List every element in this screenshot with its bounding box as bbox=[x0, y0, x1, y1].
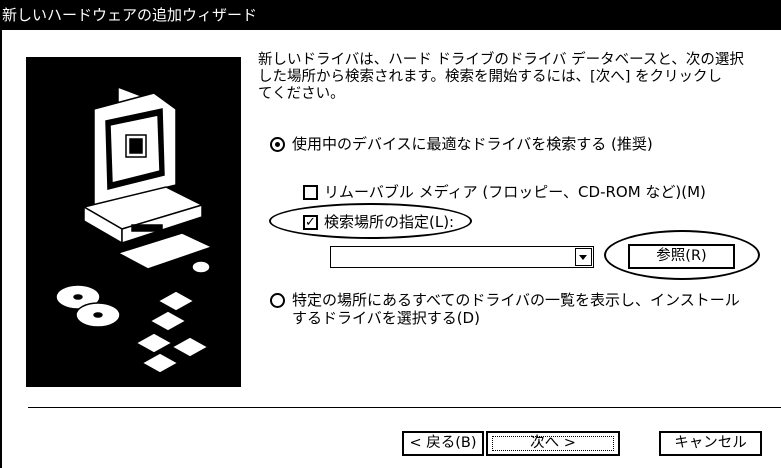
radio-search-best-label[interactable]: 使用中のデバイスに最適なドライバを検索する (推奨) bbox=[292, 135, 653, 153]
wizard-description: 新しいドライバは、ハード ドライブのドライバ データベースと、次の選択 した場所… bbox=[258, 52, 744, 102]
checkbox-specify-location[interactable]: ✓ bbox=[303, 215, 318, 230]
divider bbox=[28, 407, 781, 408]
title-bar: 新しいハードウェアの追加ウィザード bbox=[0, 0, 781, 30]
radio-show-list[interactable] bbox=[270, 293, 285, 308]
computer-and-disks-icon bbox=[55, 85, 214, 374]
checkbox-removable-media[interactable] bbox=[303, 185, 318, 200]
location-combobox[interactable] bbox=[330, 246, 594, 268]
cancel-button[interactable]: キャンセル bbox=[659, 431, 762, 456]
browse-button[interactable]: 参照(R) bbox=[628, 244, 735, 269]
cancel-button-label: キャンセル bbox=[674, 435, 747, 451]
wizard-illustration bbox=[26, 57, 241, 387]
radio-search-best[interactable] bbox=[270, 137, 285, 152]
checkmark-icon: ✓ bbox=[305, 215, 316, 230]
back-button[interactable]: < 戻る(B) bbox=[402, 431, 484, 456]
dropdown-arrow-icon[interactable] bbox=[575, 248, 592, 266]
window-border bbox=[0, 30, 2, 468]
focus-rectangle bbox=[492, 436, 614, 451]
checkbox-removable-media-label[interactable]: リムーバブル メディア (フロッピー、CD-ROM など)(M) bbox=[324, 183, 706, 201]
back-button-label: < 戻る(B) bbox=[409, 435, 477, 451]
next-button[interactable]: 次へ > bbox=[486, 431, 620, 456]
window-title: 新しいハードウェアの追加ウィザード bbox=[2, 6, 258, 24]
radio-show-list-label[interactable]: 特定の場所にあるすべてのドライバの一覧を表示し、インストール するドライバを選択… bbox=[292, 291, 762, 327]
browse-button-label: 参照(R) bbox=[656, 248, 707, 264]
checkbox-specify-location-label[interactable]: 検索場所の指定(L): bbox=[324, 213, 454, 231]
